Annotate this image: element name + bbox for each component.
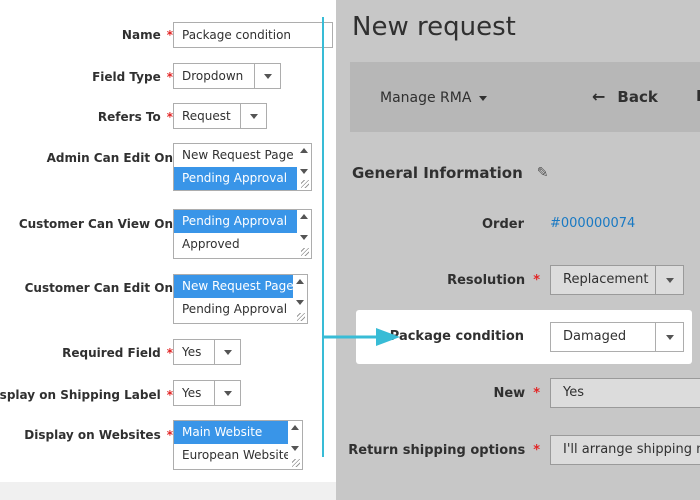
option-pending-approval[interactable]: Pending Approval <box>174 167 311 190</box>
scroll-up-icon[interactable] <box>300 148 308 153</box>
resize-grip-icon[interactable] <box>297 313 305 321</box>
scroll-up-icon[interactable] <box>296 279 304 284</box>
back-button[interactable]: ← Back <box>592 87 658 106</box>
display-on-shipping-label-label: Display on Shipping Label * <box>0 388 173 402</box>
scroll-up-icon[interactable] <box>291 425 299 430</box>
scroll-down-icon[interactable] <box>300 235 308 240</box>
resize-grip-icon[interactable] <box>292 459 300 467</box>
chevron-down-icon <box>254 64 280 88</box>
page-actions-bar: Manage RMA ← Back R <box>350 62 700 132</box>
refers-to-select[interactable]: Request <box>173 103 267 129</box>
order-label: Order <box>482 217 524 232</box>
chevron-down-icon <box>214 340 240 364</box>
customer-can-view-on-multiselect[interactable]: Pending Approval Approved <box>173 209 312 259</box>
resolution-label: Resolution * <box>447 273 540 288</box>
admin-can-edit-on-label: Admin Can Edit On <box>46 151 173 165</box>
caret-down-icon <box>479 95 488 101</box>
display-on-websites-multiselect[interactable]: Main Website European Website <box>173 420 303 470</box>
customer-can-edit-on-label: Customer Can Edit On <box>24 281 173 295</box>
scroll-down-icon[interactable] <box>296 300 304 305</box>
order-link[interactable]: #000000074 <box>550 216 635 231</box>
display-on-websites-label: Display on Websites * <box>24 428 173 442</box>
panel-footer-shade <box>0 482 336 500</box>
chevron-down-icon <box>214 381 240 405</box>
arrow-left-icon: ← <box>592 87 606 106</box>
package-condition-select[interactable]: Damaged <box>550 322 684 352</box>
scroll-down-icon[interactable] <box>300 169 308 174</box>
option-new-request-page[interactable]: New Request Page <box>174 275 307 298</box>
return-shipping-options-label: Return shipping options * <box>348 443 540 458</box>
option-main-website[interactable]: Main Website <box>174 421 302 444</box>
customer-can-view-on-label: Customer Can View On <box>18 217 173 231</box>
option-pending-approval[interactable]: Pending Approval <box>174 210 311 233</box>
arrow-right-icon <box>322 328 400 346</box>
option-european-website[interactable]: European Website <box>174 444 302 467</box>
next-action-button[interactable]: R <box>696 87 700 105</box>
required-field-select[interactable]: Yes <box>173 339 241 365</box>
page-title: New request <box>352 12 516 42</box>
name-label: Name * <box>121 28 173 42</box>
option-pending-approval[interactable]: Pending Approval <box>174 298 307 321</box>
manage-rma-menu-button[interactable]: Manage RMA <box>380 90 488 106</box>
chevron-down-icon <box>655 323 683 351</box>
field-config-panel: Name * Package condition Field Type * Drop… <box>0 0 336 500</box>
refers-to-label: Refers To * <box>97 110 173 124</box>
option-approved[interactable]: Approved <box>174 233 311 256</box>
field-type-select[interactable]: Dropdown <box>173 63 281 89</box>
display-on-shipping-label-select[interactable]: Yes <box>173 380 241 406</box>
new-label: New * <box>493 386 540 401</box>
new-request-preview: New request Manage RMA ← Back R General … <box>336 0 700 500</box>
resize-grip-icon[interactable] <box>301 180 309 188</box>
pencil-icon[interactable]: ✎ <box>537 165 549 181</box>
resolution-select[interactable]: Replacement <box>550 265 684 295</box>
connector-line <box>322 17 324 457</box>
new-select[interactable]: Yes <box>550 378 700 408</box>
highlighted-new-field: Package condition Damaged <box>356 310 692 364</box>
resize-grip-icon[interactable] <box>301 248 309 256</box>
option-new-request-page[interactable]: New Request Page <box>174 144 311 167</box>
customer-can-edit-on-multiselect[interactable]: New Request Page Pending Approval <box>173 274 308 324</box>
chevron-down-icon <box>240 104 266 128</box>
field-type-label: Field Type * <box>92 70 173 84</box>
chevron-down-icon <box>655 266 683 294</box>
return-shipping-options-select[interactable]: I'll arrange shipping my <box>550 435 700 465</box>
section-title: General Information ✎ <box>352 164 549 182</box>
scroll-down-icon[interactable] <box>291 446 299 451</box>
admin-can-edit-on-multiselect[interactable]: New Request Page Pending Approval <box>173 143 312 191</box>
name-input[interactable]: Package condition <box>173 22 333 48</box>
scroll-up-icon[interactable] <box>300 214 308 219</box>
required-field-label: Required Field * <box>62 346 173 360</box>
